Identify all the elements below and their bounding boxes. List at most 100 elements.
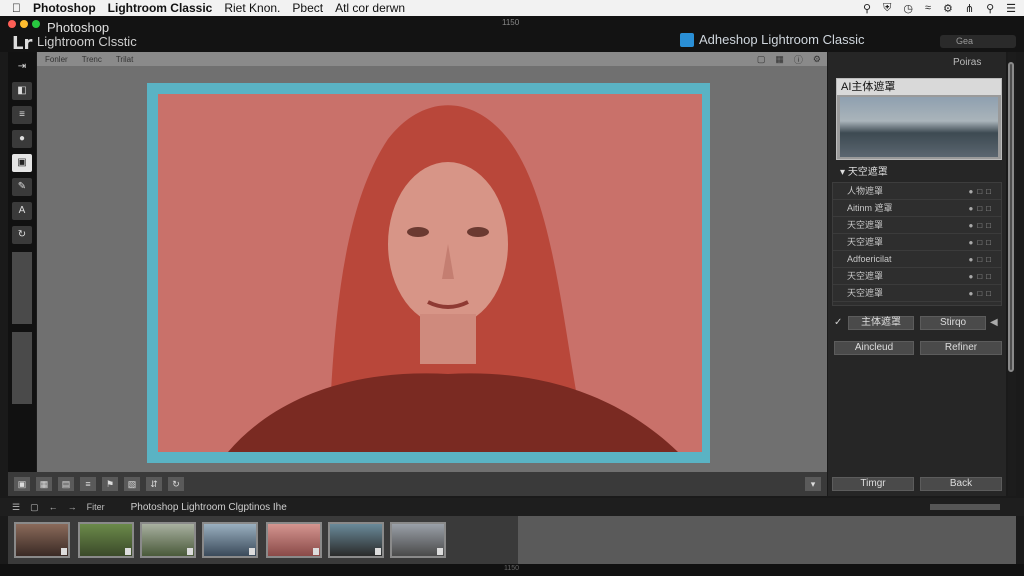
collapse-icon[interactable]: ▾ xyxy=(840,167,848,178)
ai-mask-label: AI主体遮罩 xyxy=(837,79,1001,95)
list-item[interactable]: 天空遮罩 ●□□ xyxy=(833,268,1001,285)
ai-tool-icon[interactable]: A xyxy=(12,202,32,220)
list-item[interactable]: Aitinm 遮罩 ●□□ xyxy=(833,200,1001,217)
film-thumbnail[interactable] xyxy=(202,522,258,558)
flag-icon[interactable]: ⚑ xyxy=(102,477,118,491)
rotate-tool-icon[interactable]: ↻ xyxy=(12,226,32,244)
survey-view-icon[interactable]: ▤ xyxy=(58,477,74,491)
bluetooth-icon[interactable]: ⋔ xyxy=(965,2,974,15)
visibility-icon[interactable]: ●□□ xyxy=(969,251,996,268)
back-icon[interactable]: ← xyxy=(49,502,58,512)
list-item[interactable]: 人物遮罩 ●□□ xyxy=(833,183,1001,200)
zoom-icon[interactable]: ▢ xyxy=(757,54,766,65)
mask-name: 天空遮罩 xyxy=(847,220,884,230)
search-icon[interactable]: ⚲ xyxy=(863,2,871,15)
film-thumbnail[interactable] xyxy=(14,522,70,558)
compare-icon[interactable]: ▧ xyxy=(124,477,140,491)
film-thumbnail[interactable] xyxy=(78,522,134,558)
spotlight-icon[interactable]: ⚲ xyxy=(986,2,994,15)
ai-mask-card[interactable]: AI主体遮罩 xyxy=(836,78,1002,160)
crop-tool-icon[interactable]: ◧ xyxy=(12,82,32,100)
tab-folder[interactable]: Fonler xyxy=(45,55,68,64)
mask-name: 天空遮罩 xyxy=(847,271,884,281)
panel-scrollbar[interactable] xyxy=(1008,52,1016,496)
visibility-icon[interactable]: ●□□ xyxy=(969,217,996,234)
scrollbar-thumb[interactable] xyxy=(1008,62,1014,372)
list-item[interactable]: 天空遮罩 ●□□ xyxy=(833,285,1001,302)
timer-button[interactable]: Timgr xyxy=(832,477,914,491)
list-item[interactable]: Adfoericilat ●□□ xyxy=(833,251,1001,268)
tool-slider-2[interactable] xyxy=(12,332,32,404)
mask-name: 天空遮罩 xyxy=(847,288,884,298)
redeye-tool-icon[interactable]: ● xyxy=(12,130,32,148)
mask-list: 人物遮罩 ●□□ Aitinm 遮罩 ●□□ 天空遮罩 ●□□ 天空遮罩 ●□□ Adf… xyxy=(832,182,1002,306)
refine-button[interactable]: Refiner xyxy=(920,341,1002,355)
info-icon[interactable]: ⓘ xyxy=(794,53,803,66)
visibility-icon[interactable]: ●□□ xyxy=(969,285,996,302)
tool-slider[interactable] xyxy=(12,252,32,324)
filter-label[interactable]: Fiter xyxy=(87,502,105,512)
arrow-left-icon[interactable]: ◀ xyxy=(990,317,998,328)
status-bar: 1150 xyxy=(0,564,1024,576)
app-titlebar: Lr Photoshop Lightroom Clsstic 1150 Adhe… xyxy=(0,16,1024,54)
zoom-window-icon[interactable] xyxy=(32,20,40,28)
rotate-icon[interactable]: ↻ xyxy=(168,477,184,491)
workspace-icons: ▢ ▦ ⓘ ⚙ xyxy=(757,52,821,66)
film-thumbnail[interactable] xyxy=(328,522,384,558)
wifi-icon[interactable]: ≈ xyxy=(925,2,931,14)
visibility-icon[interactable]: ●□□ xyxy=(969,234,996,251)
film-thumbnail[interactable] xyxy=(266,522,322,558)
sort-icon[interactable]: ⇵ xyxy=(146,477,162,491)
system-menubar:  Photoshop Lightroom Classic Riet Knon.… xyxy=(0,0,1024,16)
film-thumbnail[interactable] xyxy=(140,522,196,558)
menu-item-edit[interactable]: Pbect xyxy=(292,1,323,15)
visibility-icon[interactable]: ●□□ xyxy=(969,268,996,285)
compare-view-icon[interactable]: ▦ xyxy=(36,477,52,491)
menu-icon[interactable]: ☰ xyxy=(12,502,20,513)
list-item[interactable]: 天空遮罩 ●□□ xyxy=(833,217,1001,234)
clock-icon[interactable]: ◷ xyxy=(903,2,913,15)
loupe-view-icon[interactable]: ▣ xyxy=(14,477,30,491)
brand-text: Adheshop Lightroom Classic xyxy=(699,32,865,47)
window-controls xyxy=(8,20,40,28)
toolbar-options-icon[interactable]: ▾ xyxy=(805,477,821,491)
masked-photo[interactable] xyxy=(158,94,702,452)
film-thumbnail[interactable] xyxy=(390,522,446,558)
visibility-icon[interactable]: ●□□ xyxy=(969,183,996,200)
brush-tool-icon[interactable]: ✎ xyxy=(12,178,32,196)
subject-mask-button[interactable]: 主体遮罩 xyxy=(848,316,914,330)
menu-item-file[interactable]: Riet Knon. xyxy=(224,1,280,15)
apple-icon[interactable]:  xyxy=(12,1,21,15)
menu-icon[interactable]: ☰ xyxy=(1006,2,1016,15)
shield-icon[interactable]: ⛨ xyxy=(883,2,891,15)
tab-trilat[interactable]: Trilat xyxy=(116,55,133,64)
menu-item-view[interactable]: Atl cor derwn xyxy=(335,1,405,15)
workspace-tabs: Fonler Trenc Trilat xyxy=(37,52,827,66)
secondary-display-icon[interactable]: ▢ xyxy=(30,502,39,513)
back-button[interactable]: Back xyxy=(920,477,1002,491)
badge-icon xyxy=(375,548,381,555)
filmstrip-zoom-slider[interactable] xyxy=(930,504,1000,510)
filmstrip xyxy=(8,516,1016,564)
tab-trenc[interactable]: Trenc xyxy=(82,55,102,64)
mask-section-header[interactable]: ▾ 天空遮罩 xyxy=(832,166,1002,180)
grid-icon[interactable]: ▦ xyxy=(775,54,784,65)
menu-app-name[interactable]: Photoshop xyxy=(33,1,96,15)
list-item[interactable]: 天空遮罩 ●□□ xyxy=(833,234,1001,251)
visibility-icon[interactable]: ●□□ xyxy=(969,200,996,217)
minimize-window-icon[interactable] xyxy=(20,20,28,28)
forward-icon[interactable]: → xyxy=(68,502,77,512)
mask-tool-icon[interactable]: ▣ xyxy=(12,154,32,172)
list-view-icon[interactable]: ≡ xyxy=(80,477,96,491)
control-icon[interactable]: ⚙ xyxy=(943,2,953,15)
menu-item-lightroom[interactable]: Lightroom Classic xyxy=(108,1,213,15)
close-window-icon[interactable] xyxy=(8,20,16,28)
mask-checkbox[interactable]: ✓ xyxy=(834,318,844,328)
settings-icon[interactable]: ⚙ xyxy=(813,54,821,65)
add-button[interactable]: Aincleud xyxy=(834,341,914,355)
badge-icon xyxy=(61,548,67,555)
search-input[interactable]: Gea xyxy=(940,35,1016,48)
heal-tool-icon[interactable]: ≡ xyxy=(12,106,32,124)
panel-toggle-icon[interactable]: ⇥ xyxy=(12,58,32,76)
stage-button[interactable]: Stirqo xyxy=(920,316,986,330)
